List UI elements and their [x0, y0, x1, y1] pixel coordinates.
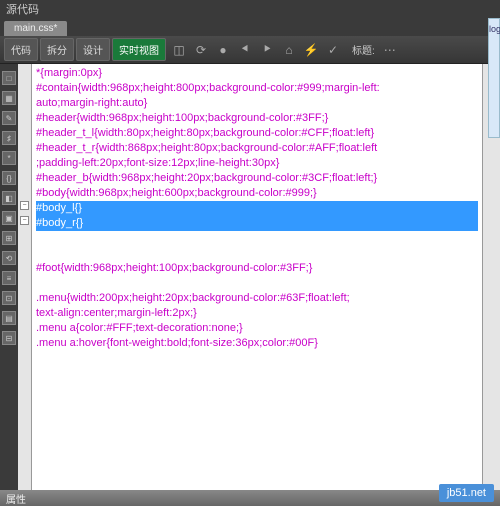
menu-source[interactable]: 源代码 [6, 1, 39, 17]
code-line: text-align:center;margin-left:2px;} [36, 306, 478, 321]
tool-icon[interactable]: ▣ [2, 211, 16, 225]
watermark-badge: jb51.net [439, 484, 494, 502]
tool-icon[interactable]: ✎ [2, 111, 16, 125]
tool-icon[interactable]: * [2, 151, 16, 165]
menu-bar: 源代码 [0, 0, 500, 18]
code-view-button[interactable]: 代码 [4, 38, 38, 61]
tool-icon[interactable]: ▦ [2, 91, 16, 105]
workspace: □ ▦ ✎ ♯ * {} ◧ ▣ ⊞ ⟲ ≡ ⊡ ▤ ⊟ − − *{margi… [0, 64, 500, 490]
code-line: ;padding-left:20px;font-size:12px;line-h… [36, 156, 478, 171]
tool-icon[interactable]: ▤ [2, 311, 16, 325]
side-panel[interactable]: log [488, 18, 500, 138]
fold-minus-icon[interactable]: − [20, 216, 29, 225]
tool-icon[interactable]: {} [2, 171, 16, 185]
tool-icon[interactable]: □ [2, 71, 16, 85]
tab-main-css[interactable]: main.css* [4, 21, 67, 36]
tool-icon[interactable]: ◧ [2, 191, 16, 205]
vertical-toolbar: □ ▦ ✎ ♯ * {} ◧ ▣ ⊞ ⟲ ≡ ⊡ ▤ ⊟ [0, 64, 18, 490]
document-toolbar: 代码 拆分 设计 实时视图 ◫ ⟳ ● ⯇ ⯈ ⌂ ⚡ ✓ 标题: ⋯ [0, 36, 500, 64]
nav-fwd-icon[interactable]: ⯈ [258, 41, 276, 59]
code-line-selected: #body_l{} [36, 201, 478, 216]
check-icon[interactable]: ✓ [324, 41, 342, 59]
code-line: *{margin:0px} [36, 66, 478, 81]
code-line: #foot{width:968px;height:100px;backgroun… [36, 261, 478, 276]
live-view-button[interactable]: 实时视图 [112, 38, 166, 61]
tool-icon[interactable]: ⊞ [2, 231, 16, 245]
code-line: .menu a:hover{font-weight:bold;font-size… [36, 336, 478, 351]
code-line-selected: #body_r{} [36, 216, 478, 231]
side-panel-text: log [489, 24, 500, 34]
code-line: #body{width:968px;height:600px;backgroun… [36, 186, 478, 201]
code-line: #header_t_l{width:80px;height:80px;backg… [36, 126, 478, 141]
nav-back-icon[interactable]: ⯇ [236, 41, 254, 59]
code-line: #contain{width:968px;height:800px;backgr… [36, 81, 478, 96]
code-editor[interactable]: *{margin:0px} #contain{width:968px;heigh… [32, 64, 482, 490]
split-view-button[interactable]: 拆分 [40, 38, 74, 61]
inspect-icon[interactable]: ◫ [170, 41, 188, 59]
browser-icon[interactable]: ● [214, 41, 232, 59]
tool-icon[interactable]: ⊡ [2, 291, 16, 305]
code-line: auto;margin-right:auto} [36, 96, 478, 111]
refresh-icon[interactable]: ⟳ [192, 41, 210, 59]
code-line: .menu a{color:#FFF;text-decoration:none;… [36, 321, 478, 336]
design-view-button[interactable]: 设计 [76, 38, 110, 61]
fold-minus-icon[interactable]: − [20, 201, 29, 210]
tool-icon[interactable]: ⟲ [2, 251, 16, 265]
tool-icon[interactable]: ⊟ [2, 331, 16, 345]
code-line [36, 246, 478, 261]
code-line [36, 231, 478, 246]
code-line: #header{width:968px;height:100px;backgro… [36, 111, 478, 126]
tab-bar: main.css* [0, 18, 500, 36]
code-line [36, 276, 478, 291]
code-gutter: − − [18, 64, 32, 490]
code-line: #header_b{width:968px;height:20px;backgr… [36, 171, 478, 186]
title-label: 标题: [352, 42, 375, 57]
lightning-icon[interactable]: ⚡ [302, 41, 320, 59]
more-icon[interactable]: ⋯ [381, 41, 399, 59]
tool-icon[interactable]: ♯ [2, 131, 16, 145]
tool-icon[interactable]: ≡ [2, 271, 16, 285]
home-icon[interactable]: ⌂ [280, 41, 298, 59]
code-line: #header_t_r{width:868px;height:80px;back… [36, 141, 478, 156]
properties-label: 属性 [6, 491, 26, 506]
code-line: .menu{width:200px;height:20px;background… [36, 291, 478, 306]
